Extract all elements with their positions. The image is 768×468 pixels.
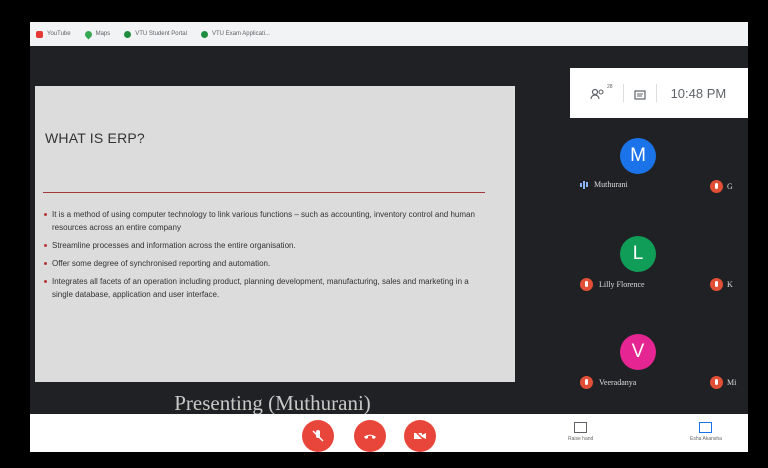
globe-icon [200, 30, 208, 38]
meeting-controls-bar: Raise hand Esha Akansha [30, 414, 748, 452]
meeting-stage: WHAT IS ERP? It is a method of using com… [30, 46, 748, 415]
participant-tile-partial[interactable]: K [710, 278, 748, 291]
globe-icon [124, 30, 132, 38]
avatar: V [620, 334, 656, 370]
bookmark-youtube[interactable]: YouTube [36, 30, 71, 38]
mic-muted-icon [710, 278, 723, 291]
divider [655, 84, 657, 102]
participant-name: Veeradanya [599, 378, 637, 387]
meeting-clock: 10:48 PM [670, 85, 727, 101]
bookmark-vtu-student-portal[interactable]: VTU Student Portal [124, 30, 187, 38]
avatar: M [620, 138, 656, 174]
mic-muted-icon [710, 180, 723, 193]
divider [622, 84, 624, 102]
slide-title: WHAT IS ERP? [45, 130, 145, 146]
hand-icon [574, 422, 588, 433]
presentation-slide: WHAT IS ERP? It is a method of using com… [35, 86, 515, 382]
participant-tile-partial[interactable]: Mi [710, 376, 748, 389]
maps-icon [83, 29, 94, 39]
mic-off-icon [312, 430, 324, 442]
participant-name: Mi [727, 378, 737, 387]
bookmark-vtu-exam[interactable]: VTU Exam Applicati... [200, 30, 270, 38]
participant-name: K [727, 280, 733, 289]
slide-bullet: Offer some degree of synchronised report… [43, 257, 483, 270]
camera-toggle-button[interactable] [404, 420, 436, 452]
slide-bullet: Integrates all facets of an operation in… [43, 275, 483, 301]
camera-off-icon [413, 429, 427, 443]
present-button[interactable]: Esha Akansha [690, 422, 722, 442]
raise-hand-button[interactable]: Raise hand [568, 422, 593, 442]
slide-bullet: Streamline processes and information acr… [43, 239, 483, 252]
participant-tile[interactable]: M Muthurani [580, 138, 690, 189]
participant-tile[interactable]: L Lilly Florence [580, 236, 690, 291]
people-icon[interactable] [590, 87, 606, 100]
participants-count: 28 [607, 84, 613, 90]
slide-bullets: It is a method of using computer technol… [43, 208, 483, 306]
bookmarks-bar: YouTube Maps VTU Student Portal VTU Exam… [30, 22, 748, 46]
slide-divider [43, 192, 485, 193]
phone-hangup-icon [364, 434, 376, 439]
youtube-icon [36, 30, 43, 38]
speaking-indicator-icon [580, 180, 588, 189]
participant-name: G [727, 182, 733, 191]
browser-frame: YouTube Maps VTU Student Portal VTU Exam… [30, 22, 748, 452]
participant-name: Lilly Florence [599, 280, 645, 289]
mic-toggle-button[interactable] [302, 420, 334, 452]
participant-tile[interactable]: V Veeradanya [580, 334, 690, 389]
bookmark-maps[interactable]: Maps [83, 29, 110, 39]
avatar: L [620, 236, 656, 272]
mic-muted-icon [580, 376, 593, 389]
end-call-button[interactable] [354, 420, 386, 452]
participant-name: Muthurani [594, 180, 628, 189]
present-icon [699, 422, 713, 433]
participant-tile-partial[interactable]: G [710, 180, 748, 193]
chat-icon[interactable] [633, 88, 646, 100]
mic-muted-icon [710, 376, 723, 389]
meeting-top-bar: 28 10:48 PM [570, 68, 748, 118]
presenting-label: Presenting (Muthurani) [174, 391, 371, 415]
mic-muted-icon [580, 278, 593, 291]
slide-bullet: It is a method of using computer technol… [43, 208, 483, 234]
